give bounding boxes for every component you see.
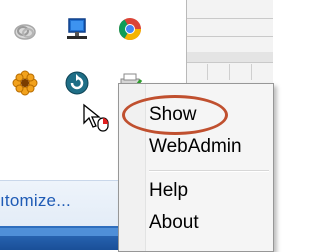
network-monitor-icon[interactable]: [64, 16, 90, 42]
window-rule: [187, 62, 273, 63]
refresh-sync-icon[interactable]: [64, 70, 90, 96]
chrome-icon[interactable]: [117, 16, 143, 42]
context-menu: Show WebAdmin Help About: [118, 83, 274, 252]
window-cell-divider: [251, 64, 252, 80]
cloud-icon[interactable]: [12, 18, 38, 44]
window-rule: [187, 36, 273, 37]
window-rule: [187, 18, 273, 19]
window-shade: [187, 52, 273, 62]
menu-item-about[interactable]: About: [149, 212, 199, 234]
customize-link[interactable]: ıtomize...: [0, 191, 71, 211]
menu-gutter: [119, 84, 146, 251]
taskbar-highlight: [0, 228, 120, 236]
menu-separator: [149, 170, 269, 172]
flower-app-icon[interactable]: [12, 70, 38, 96]
window-cell-divider: [207, 64, 208, 80]
menu-item-help[interactable]: Help: [149, 180, 188, 202]
menu-item-show[interactable]: Show: [149, 104, 197, 126]
mouse-cursor-icon: [82, 103, 112, 133]
window-cell-divider: [229, 64, 230, 80]
menu-item-webadmin[interactable]: WebAdmin: [149, 136, 242, 158]
